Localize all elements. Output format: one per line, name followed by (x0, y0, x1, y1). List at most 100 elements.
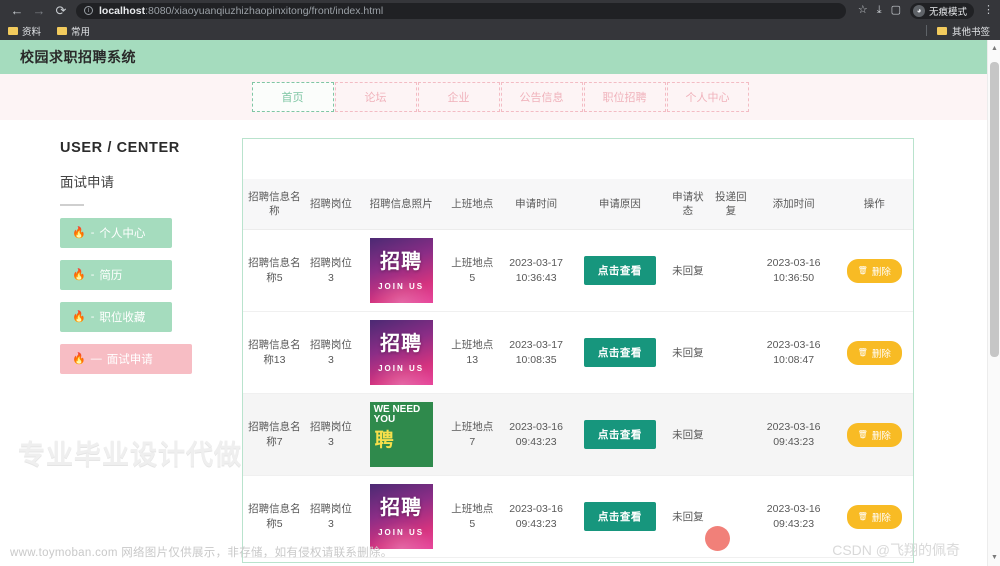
table-row: 招聘信息名称13 招聘岗位3 招聘 JOIN US 上班地点13 2023-03… (243, 311, 913, 395)
flame-icon: 🔥 (72, 227, 86, 239)
recruitment-photo: 招聘 JOIN US (369, 238, 433, 304)
back-icon[interactable]: ← (6, 0, 28, 21)
page-scrollbar[interactable]: ▲ ▼ (987, 40, 1000, 566)
url-host: localhost (99, 4, 146, 17)
cell-location: 上班地点7 (446, 393, 499, 477)
incognito-icon: ◕ (912, 4, 925, 17)
bookmark-item[interactable]: 资料 (8, 24, 41, 38)
sidebar-item-label: 简历 (99, 269, 123, 282)
delete-button[interactable]: 🗑 删除 (846, 340, 902, 365)
divider (60, 204, 84, 206)
trash-icon: 🗑 (857, 266, 868, 276)
cell-photo: 招聘 JOIN US (356, 311, 447, 395)
bookmark-star-icon[interactable]: ☆ (858, 5, 868, 16)
sidebar-item-interview-application[interactable]: 🔥 — 面试申请 (60, 343, 192, 374)
column-header-status: 申请状态 (665, 179, 710, 231)
cell-location: 上班地点13 (446, 311, 499, 395)
column-header-add-time: 添加时间 (751, 179, 836, 231)
flame-icon: 🔥 (72, 311, 86, 323)
bookmark-item[interactable]: 常用 (57, 24, 90, 38)
incognito-indicator[interactable]: ◕ 无痕模式 (909, 2, 974, 19)
cell-reason: 点击查看 (573, 229, 666, 313)
chrome-menu-icon[interactable]: ⋮ (983, 5, 994, 16)
download-icon[interactable]: ⤓ (877, 5, 882, 16)
sidebar-item-label: 面试申请 (106, 353, 153, 366)
folder-icon (8, 26, 18, 35)
cell-add-time: 2023-03-16 10:08:47 (751, 311, 836, 395)
view-reason-button[interactable]: 点击查看 (583, 256, 656, 286)
forward-icon[interactable]: → (28, 0, 50, 21)
browser-toolbar: ← → ⟳ i localhost:8080/xiaoyuanqiuzhizha… (0, 0, 1000, 21)
page-viewport: 校园求职招聘系统 首页 论坛 企业 公告信息 职位招聘 个人中心 USER / … (0, 40, 1000, 566)
scrollbar-thumb[interactable] (990, 62, 999, 357)
nav-item-user-center[interactable]: 个人中心 (666, 82, 749, 112)
cell-apply-time: 2023-03-16 09:43:23 (498, 475, 574, 559)
sidebar-item-label: 个人中心 (99, 227, 146, 240)
nav-item-home[interactable]: 首页 (251, 82, 334, 112)
cell-position: 招聘岗位3 (305, 311, 357, 395)
reload-icon[interactable]: ⟳ (50, 0, 72, 21)
column-header-actions: 操作 (835, 179, 913, 231)
table-row: 招聘信息名称7 招聘岗位3 WE NEED YOU 聘 上班地点7 2023-0… (243, 393, 913, 477)
recruitment-photo: 招聘 JOIN US (369, 320, 433, 386)
bookmark-label: 资料 (22, 26, 42, 38)
photo-subtitle: JOIN US (378, 364, 425, 374)
table-row: 招聘信息名称5 招聘岗位3 招聘 JOIN US 上班地点5 2023-03-1… (243, 229, 913, 313)
delete-button-label: 删除 (871, 430, 891, 442)
other-bookmarks-label: 其他书签 (951, 26, 990, 38)
view-reason-button[interactable]: 点击查看 (583, 338, 656, 368)
interview-application-table: 招聘信息名称 招聘岗位 招聘信息照片 上班地点 申请时间 申请原因 申请状态 投… (243, 179, 913, 559)
view-reason-button[interactable]: 点击查看 (583, 502, 656, 532)
nav-item-forum[interactable]: 论坛 (334, 82, 417, 112)
watermark-csdn: CSDN @飞翔的佩奇 (832, 542, 960, 558)
scroll-up-icon[interactable]: ▲ (988, 42, 1000, 55)
table-header: 招聘信息名称 招聘岗位 招聘信息照片 上班地点 申请时间 申请原因 申请状态 投… (243, 179, 913, 231)
incognito-label: 无痕模式 (928, 6, 967, 18)
cell-position: 招聘岗位3 (305, 393, 357, 477)
table-header-row: 招聘信息名称 招聘岗位 招聘信息照片 上班地点 申请时间 申请原因 申请状态 投… (243, 179, 913, 231)
trash-icon: 🗑 (857, 430, 868, 440)
cell-actions: 🗑 删除 (835, 393, 913, 477)
cell-location: 上班地点5 (446, 475, 499, 559)
sidebar-item-user-center[interactable]: 🔥 - 个人中心 (60, 217, 172, 248)
cell-apply-time: 2023-03-16 09:43:23 (498, 393, 574, 477)
table-body: 招聘信息名称5 招聘岗位3 招聘 JOIN US 上班地点5 2023-03-1… (243, 229, 913, 559)
cell-actions: 🗑 删除 (835, 229, 913, 313)
cell-reason: 点击查看 (573, 475, 666, 559)
cell-status: 未回复 (665, 393, 710, 477)
separator-dash: - (90, 226, 95, 239)
content-card: 招聘信息名称 招聘岗位 招聘信息照片 上班地点 申请时间 申请原因 申请状态 投… (242, 138, 914, 563)
cell-reply (709, 393, 752, 477)
sidebar-item-job-favorites[interactable]: 🔥 - 职位收藏 (60, 301, 172, 332)
person-illustration (414, 406, 428, 428)
nav-item-enterprise[interactable]: 企业 (417, 82, 500, 112)
side-panel-icon[interactable]: ▢ (891, 5, 901, 16)
trash-icon: 🗑 (857, 512, 868, 522)
sidebar-item-resume[interactable]: 🔥 - 简历 (60, 259, 172, 290)
cell-reply (709, 475, 752, 559)
delete-button[interactable]: 🗑 删除 (846, 504, 902, 529)
site-info-icon[interactable]: i (84, 6, 93, 15)
browser-window: ← → ⟳ i localhost:8080/xiaoyuanqiuzhizha… (0, 0, 1000, 566)
folder-icon (936, 26, 947, 35)
photo-title: 招聘 (380, 497, 423, 520)
view-reason-button[interactable]: 点击查看 (583, 420, 656, 450)
address-bar[interactable]: i localhost:8080/xiaoyuanqiuzhizhaopinxi… (76, 2, 846, 19)
delete-button[interactable]: 🗑 删除 (846, 258, 902, 283)
nav-item-jobs[interactable]: 职位招聘 (583, 82, 666, 112)
scroll-down-icon[interactable]: ▼ (988, 551, 1000, 564)
cell-reply (709, 229, 752, 313)
cell-photo: WE NEED YOU 聘 (356, 393, 447, 477)
sidebar-subheading: 面试申请 (60, 175, 114, 190)
cell-name: 招聘信息名称5 (243, 229, 306, 313)
cell-reason: 点击查看 (573, 311, 666, 395)
page-title: 校园求职招聘系统 (20, 49, 136, 65)
nav-item-announcements[interactable]: 公告信息 (500, 82, 583, 112)
delete-button[interactable]: 🗑 删除 (846, 422, 902, 447)
url-text: localhost:8080/xiaoyuanqiuzhizhaopinxito… (99, 5, 383, 17)
site-header: 校园求职招聘系统 (0, 40, 1000, 74)
column-header-apply-time: 申请时间 (498, 179, 574, 231)
cell-reason: 点击查看 (573, 393, 666, 477)
other-bookmarks[interactable]: 其他书签 (925, 24, 990, 38)
cell-apply-time: 2023-03-17 10:08:35 (498, 311, 574, 395)
